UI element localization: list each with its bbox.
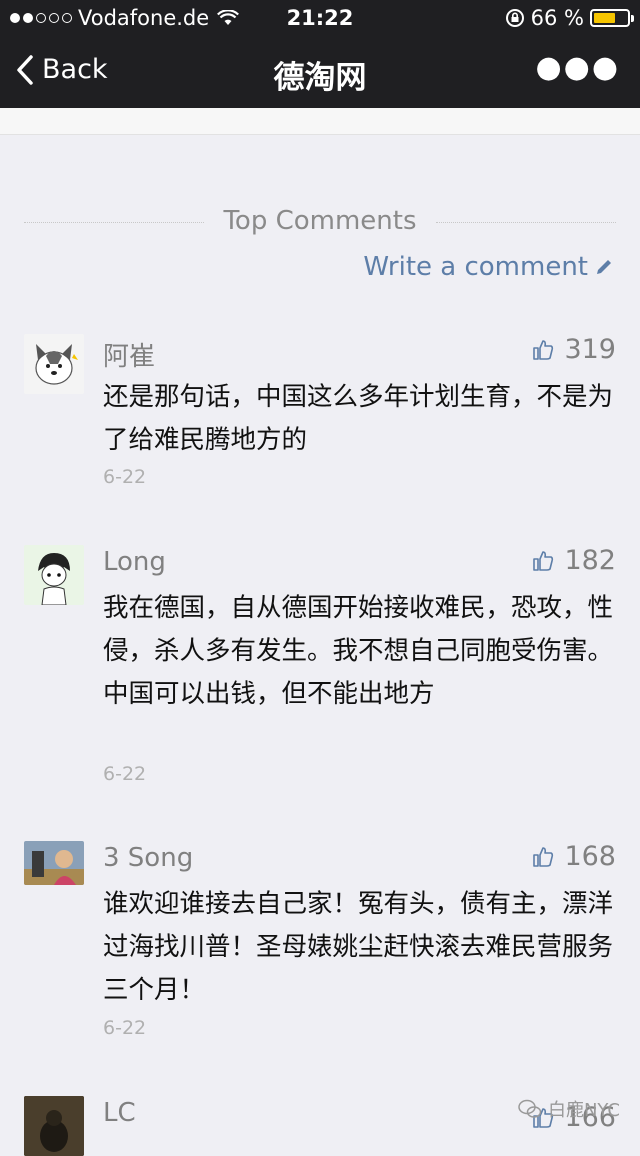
article-bottom-strip bbox=[0, 108, 640, 135]
avatar[interactable] bbox=[24, 545, 84, 605]
like-count: 182 bbox=[564, 545, 616, 576]
comment-date: 6-22 bbox=[103, 763, 147, 785]
status-bar: Vodafone.de 21:22 66 % bbox=[0, 0, 640, 36]
write-comment-label: Write a comment bbox=[363, 252, 588, 282]
divider-right bbox=[436, 222, 616, 223]
comment-author: LC bbox=[103, 1098, 136, 1128]
watermark-text: 白鹿NYC bbox=[547, 1100, 620, 1121]
section-title: Top Comments bbox=[223, 206, 417, 236]
more-options-icon[interactable]: ●●● bbox=[535, 53, 620, 83]
comment-author: Long bbox=[103, 547, 166, 577]
battery-percent: 66 % bbox=[530, 6, 584, 30]
comment-date: 6-22 bbox=[103, 466, 147, 488]
rotation-lock-icon bbox=[505, 9, 524, 27]
like-button[interactable]: 182 bbox=[532, 545, 616, 576]
write-comment-link[interactable]: Write a comment bbox=[363, 252, 614, 282]
like-count: 168 bbox=[564, 841, 616, 872]
comment-author: 3 Song bbox=[103, 843, 194, 873]
comment-item: 3 Song 168 谁欢迎谁接去自己家！冤有头，债有主，漂洋过海找川普！圣母婊… bbox=[24, 841, 616, 1041]
pencil-icon bbox=[597, 260, 611, 274]
battery-icon bbox=[590, 9, 634, 27]
comment-item: 阿崔 319 还是那句话，中国这么多年计划生育，不是为了给难民腾地方的 6-22 bbox=[24, 334, 616, 494]
thumbs-up-icon bbox=[533, 339, 554, 360]
avatar[interactable] bbox=[24, 334, 84, 394]
comment-item: Long 182 我在德国，自从德国开始接收难民，恐攻，性侵，杀人多有发生。我不… bbox=[24, 545, 616, 795]
comment-text: 还是那句话，中国这么多年计划生育，不是为了给难民腾地方的 bbox=[103, 382, 614, 455]
thumbs-up-icon bbox=[533, 550, 554, 571]
watermark: 白鹿NYC bbox=[518, 1096, 620, 1122]
avatar[interactable] bbox=[24, 1096, 84, 1156]
comment-text: 谁欢迎谁接去自己家！冤有头，债有主，漂洋过海找川普！圣母婊姚尘赶快滚去难民营服务… bbox=[103, 889, 614, 1005]
comment-text: 我在德国，自从德国开始接收难民，恐攻，性侵，杀人多有发生。我不想自己同胞受伤害。… bbox=[103, 593, 614, 709]
thumbs-up-icon bbox=[533, 846, 554, 867]
comment-date: 6-22 bbox=[103, 1017, 147, 1039]
like-count: 319 bbox=[564, 334, 616, 365]
top-comments-header: Top Comments bbox=[24, 202, 616, 242]
wechat-icon bbox=[518, 1099, 542, 1118]
like-button[interactable]: 319 bbox=[532, 334, 616, 365]
like-button[interactable]: 168 bbox=[532, 841, 616, 872]
avatar[interactable] bbox=[24, 841, 84, 885]
nav-bar: Back 德淘网 ●●● bbox=[0, 36, 640, 108]
comment-author: 阿崔 bbox=[103, 342, 156, 372]
status-right: 66 % bbox=[505, 6, 634, 30]
